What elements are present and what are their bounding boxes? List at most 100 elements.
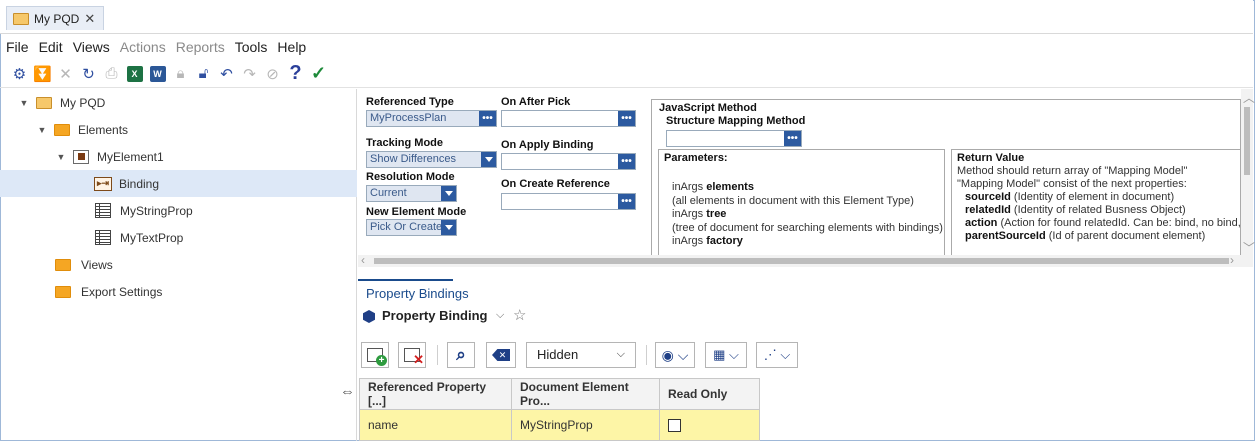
ellipsis-icon[interactable]: ••• [784,131,801,146]
chevron-down-icon[interactable]: ⌵ [496,309,504,322]
structure-tree: ▼ My PQD ▼ Elements ▼ MyElement1 ▸⇥ Bind… [0,89,357,441]
property-binding-title[interactable]: Property Binding [382,308,487,323]
ellipsis-icon[interactable]: ••• [618,194,635,209]
param-line-4: (tree of document for searching elements… [672,222,943,234]
expand-arrow-icon[interactable]: ▼ [36,125,48,135]
new-element-mode-select[interactable]: Pick Or Create [366,219,457,236]
unlock-icon[interactable]: 🔓︎ [192,63,215,85]
menu-actions[interactable]: Actions [120,39,166,55]
scroll-down-icon[interactable]: ﹀ [1243,239,1255,256]
on-after-pick-field[interactable]: ••• [501,110,636,127]
return-value-panel: Return Value Method should return array … [951,149,1240,256]
folder-icon [55,258,71,271]
column-header-read-only[interactable]: Read Only [659,378,760,410]
on-apply-binding-field[interactable]: ••• [501,153,636,170]
javascript-method-panel: JavaScript Method Structure Mapping Meth… [651,99,1241,257]
layout-options-button[interactable]: ▦ ⌵ [705,342,747,368]
tracking-mode-select[interactable]: Show Differences [366,151,497,168]
table-row[interactable]: name MyStringProp [359,409,760,441]
menu-file[interactable]: File [6,39,29,55]
close-icon[interactable]: ✕ [54,63,77,85]
star-icon[interactable]: ☆ [513,306,526,324]
menu-tools[interactable]: Tools [235,39,268,55]
word-button[interactable]: W [146,63,169,85]
scroll-right-icon[interactable]: › [1230,253,1234,267]
print-icon[interactable]: ⎙ [100,63,123,85]
referenced-type-field[interactable]: MyProcessPlan ••• [366,110,497,127]
vertical-scroll-thumb[interactable] [1244,107,1250,175]
download-icon[interactable]: ⏬ [31,63,54,85]
return-line-4: relatedId (Identity of related Busness O… [965,204,1186,216]
document-tab[interactable]: My PQD ✕ [6,6,105,30]
document-tab-strip: My PQD ✕ [0,0,1253,34]
tree-node-binding[interactable]: ▸⇥ Binding [0,170,357,197]
referenced-type-label: Referenced Type [366,96,454,108]
tree-node-export-settings[interactable]: Export Settings [55,278,162,305]
scroll-up-icon[interactable]: ︿ [1243,89,1255,106]
cell-document-element-property[interactable]: MyStringProp [511,409,660,441]
return-line-6: parentSourceId (Id of parent document el… [965,230,1206,242]
tab-property-bindings[interactable]: Property Bindings [366,286,469,301]
tree-node-elements[interactable]: ▼ Elements [36,116,129,143]
clear-search-button[interactable]: ✕ [486,342,516,368]
excel-button[interactable]: X [123,63,146,85]
tree-node-myelement1[interactable]: ▼ MyElement1 [55,143,164,170]
check-disabled-icon[interactable]: ⊘ [261,63,284,85]
property-icon [95,230,111,245]
tree-node-label: Binding [119,176,160,191]
redo-icon[interactable]: ↷ [238,63,261,85]
column-header-referenced-property[interactable]: Referenced Property [...] [359,378,512,410]
toolbar-separator [437,345,438,365]
folder-icon [36,96,52,109]
chevron-down-icon[interactable] [481,152,496,167]
search-button[interactable]: ⌕ [447,342,475,368]
tree-node-root[interactable]: ▼ My PQD [18,89,106,116]
structure-mapping-value [667,131,784,146]
tree-node-label: Export Settings [81,284,163,299]
lock-icon[interactable]: 🔒︎ [169,63,192,85]
read-only-checkbox[interactable] [668,419,681,433]
horizontal-scroll-thumb[interactable] [374,258,1229,264]
chevron-down-icon[interactable] [441,186,456,201]
share-options-button[interactable]: ⋰ ⌵ [756,342,798,368]
expand-arrow-icon[interactable]: ▼ [18,98,30,108]
ellipsis-icon[interactable]: ••• [479,111,496,126]
menu-views[interactable]: Views [73,39,110,55]
resolution-mode-select[interactable]: Current [366,185,457,202]
view-options-button[interactable]: ◉ ⌵ [655,342,695,368]
apply-check-icon[interactable]: ✓ [307,63,330,85]
parameters-panel: Parameters: inArgs elements (all element… [658,149,945,256]
structure-mapping-field[interactable]: ••• [666,130,802,147]
binding-icon: ▸⇥ [94,176,112,191]
scroll-left-icon[interactable]: ‹ [361,253,365,267]
menu-help[interactable]: Help [277,39,306,55]
delete-row-button[interactable]: ✕ [398,342,426,368]
help-icon[interactable]: ? [284,62,307,85]
undo-icon[interactable]: ↶ [215,63,238,85]
search-mode-select[interactable]: Hidden ⌵ [526,342,636,368]
add-row-button[interactable]: + [361,342,389,368]
on-apply-binding-value [502,154,618,169]
tree-node-views[interactable]: Views [55,251,113,278]
menu-reports[interactable]: Reports [176,39,225,55]
close-tab-icon[interactable]: ✕ [84,11,95,27]
expand-arrow-icon[interactable]: ▼ [55,152,67,162]
folder-icon [54,123,70,136]
menu-edit[interactable]: Edit [39,39,63,55]
ellipsis-icon[interactable]: ••• [618,111,635,126]
ellipsis-icon[interactable]: ••• [618,154,635,169]
tree-node-mystringprop[interactable]: MyStringProp [95,197,193,224]
settings-icon[interactable]: ⚙ [8,63,31,85]
tree-node-mytextprop[interactable]: MyTextProp [95,224,183,251]
column-header-document-element-property[interactable]: Document Element Pro... [511,378,660,410]
chevron-down-icon[interactable] [441,220,456,235]
cell-referenced-property[interactable]: name [359,409,512,441]
refresh-icon[interactable]: ↻ [77,63,100,85]
parameters-title: Parameters: [664,152,728,164]
column-resize-icon[interactable]: ⇔ [340,383,355,400]
excel-icon: X [126,65,143,82]
on-create-reference-field[interactable]: ••• [501,193,636,210]
cell-read-only[interactable] [659,409,760,441]
delete-row-icon: ✕ [404,348,424,366]
toolbar-separator [646,345,647,365]
